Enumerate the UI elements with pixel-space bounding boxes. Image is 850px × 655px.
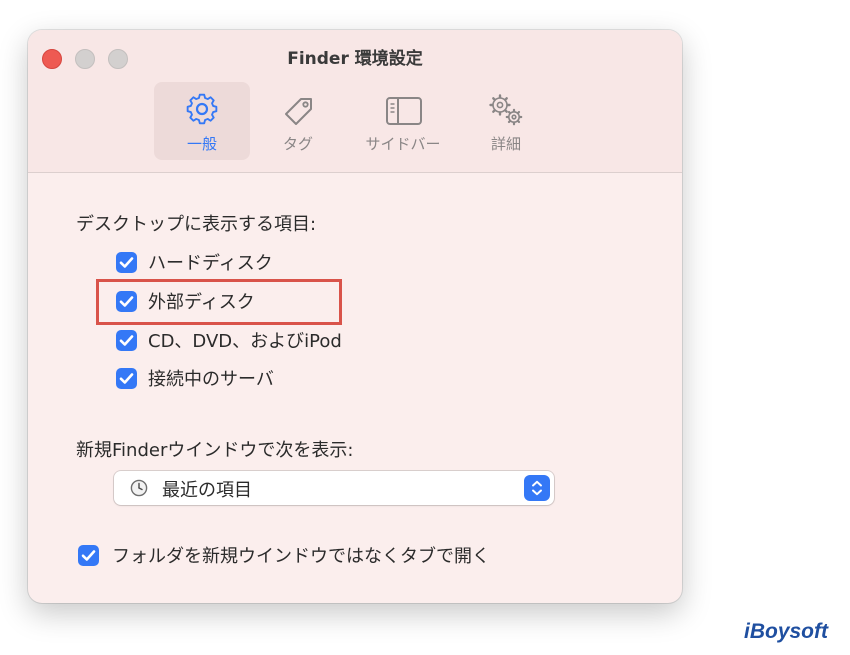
- checkmark-icon: [119, 335, 134, 346]
- tab-tags-label: タグ: [282, 135, 313, 153]
- checkmark-icon: [119, 257, 134, 268]
- new-window-heading: 新規Finderウインドウで次を表示:: [76, 440, 354, 461]
- desktop-items-heading: デスクトップに表示する項目:: [76, 214, 317, 235]
- checkmark-icon: [119, 373, 134, 384]
- tab-advanced-label: 詳細: [490, 135, 521, 153]
- checkbox-open-folders-in-tabs[interactable]: [78, 545, 99, 566]
- tab-general[interactable]: 一般: [154, 82, 250, 160]
- checkmark-icon: [81, 550, 96, 561]
- highlight-box: [96, 279, 342, 325]
- new-window-popup[interactable]: 最近の項目: [114, 471, 554, 505]
- toolbar: Finder 環境設定 一般 タグ サイドバー 詳細: [28, 30, 682, 173]
- checkbox-cd-dvd-ipod[interactable]: [116, 330, 137, 351]
- checkbox-hard-disks-label: ハードディスク: [148, 253, 273, 274]
- tag-icon: [285, 98, 312, 125]
- tab-general-label: 一般: [186, 135, 217, 153]
- checkbox-hard-disks[interactable]: [116, 252, 137, 273]
- checkbox-connected-servers[interactable]: [116, 368, 137, 389]
- window-title: Finder 環境設定: [287, 49, 423, 69]
- checkbox-connected-servers-label: 接続中のサーバ: [148, 369, 274, 390]
- checkbox-open-folders-in-tabs-label: フォルダを新規ウインドウではなくタブで開く: [112, 546, 490, 567]
- popup-stepper[interactable]: [524, 475, 550, 501]
- chevron-up-down-icon: [532, 480, 542, 496]
- tab-sidebar-label: サイドバー: [365, 135, 441, 153]
- brand-logo: iBoysoft: [744, 620, 828, 643]
- tab-sidebar[interactable]: サイドバー: [348, 82, 458, 160]
- clock-icon: [130, 479, 148, 497]
- finder-preferences-window: Finder 環境設定 一般 タグ サイドバー 詳細 デスクトップに表示する項目…: [28, 30, 682, 603]
- sidebar-icon: [386, 97, 422, 125]
- tab-tags[interactable]: タグ: [260, 82, 336, 160]
- gear-icon: [186, 93, 218, 125]
- gears-icon: [489, 94, 523, 126]
- tab-advanced[interactable]: 詳細: [468, 82, 544, 160]
- new-window-popup-value: 最近の項目: [162, 480, 252, 501]
- checkbox-cd-dvd-ipod-label: CD、DVD、およびiPod: [148, 331, 342, 352]
